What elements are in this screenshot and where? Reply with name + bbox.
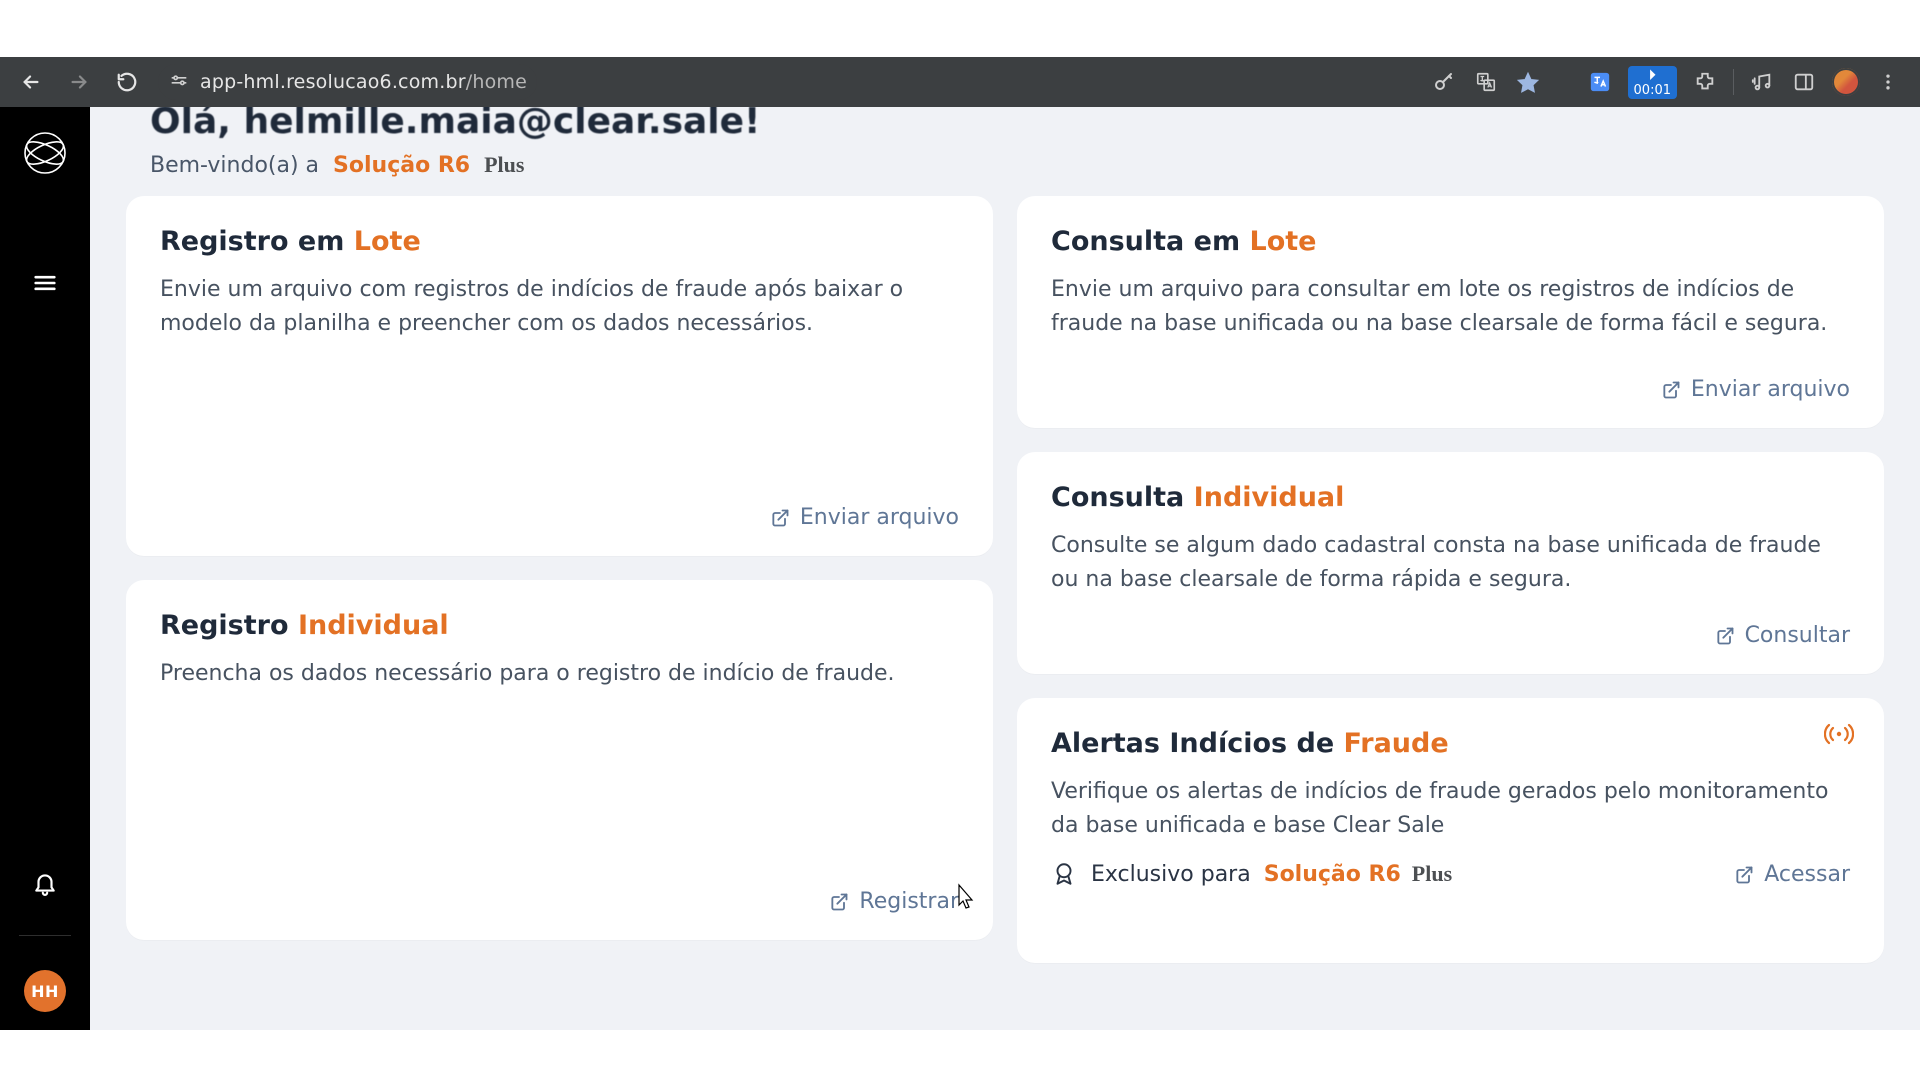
action-label: Enviar arquivo xyxy=(800,505,959,530)
card-consulta-individual: Consulta Individual Consulte se algum da… xyxy=(1017,452,1884,674)
profile-avatar[interactable] xyxy=(1832,68,1860,96)
welcome-text: Bem-vindo(a) a xyxy=(150,153,319,178)
reload-icon xyxy=(116,71,138,93)
page-header: Olá, helmille.maia@clear.sale! Bem-vindo… xyxy=(126,107,1884,178)
card-title-a: Consulta em xyxy=(1051,226,1250,257)
external-link-icon xyxy=(1715,626,1735,646)
translate-icon[interactable] xyxy=(1472,68,1500,96)
acessar-button[interactable]: Acessar xyxy=(1734,862,1850,887)
bookmark-star-icon[interactable] xyxy=(1514,68,1542,96)
translate-ext-icon[interactable] xyxy=(1586,68,1614,96)
action-label: Enviar arquivo xyxy=(1691,377,1850,402)
card-title-a: Registro xyxy=(160,610,298,641)
kebab-menu-icon[interactable] xyxy=(1874,68,1902,96)
letterbox-top xyxy=(0,0,1920,57)
main-content: Olá, helmille.maia@clear.sale! Bem-vindo… xyxy=(90,107,1920,1030)
card-title: Consulta em Lote xyxy=(1051,226,1850,257)
action-label: Consultar xyxy=(1745,623,1850,648)
card-body: Verifique os alertas de indícios de frau… xyxy=(1051,775,1850,843)
extensions-icon[interactable] xyxy=(1691,68,1719,96)
card-title-b: Fraude xyxy=(1344,728,1449,759)
ribbon-icon xyxy=(1051,861,1077,887)
broadcast-icon xyxy=(1824,722,1854,750)
card-title: Registro Individual xyxy=(160,610,959,641)
back-button[interactable] xyxy=(10,61,52,103)
url-path: /home xyxy=(466,71,527,93)
card-title: Alertas Indícios de Fraude xyxy=(1051,728,1850,759)
sidebar-separator xyxy=(19,935,71,936)
letterbox-bottom xyxy=(0,1030,1920,1080)
external-link-icon xyxy=(1734,865,1754,885)
card-registro-individual: Registro Individual Preencha os dados ne… xyxy=(126,580,993,940)
password-key-icon[interactable] xyxy=(1430,68,1458,96)
bell-icon[interactable] xyxy=(27,865,63,901)
card-body: Envie um arquivo com registros de indíci… xyxy=(160,273,959,341)
exclusive-pre: Exclusivo para xyxy=(1091,862,1251,887)
page-title: Olá, helmille.maia@clear.sale! xyxy=(150,107,1860,142)
exclusive-brand: Solução R6 xyxy=(1264,862,1401,887)
omnibox[interactable]: app-hml.resolucao6.com.br/home xyxy=(158,64,537,100)
card-registro-lote: Registro em Lote Envie um arquivo com re… xyxy=(126,196,993,556)
card-title: Consulta Individual xyxy=(1051,482,1850,513)
card-title-a: Consulta xyxy=(1051,482,1194,513)
url-text: app-hml.resolucao6.com.br/home xyxy=(200,71,527,93)
app-logo[interactable] xyxy=(19,127,71,179)
external-link-icon xyxy=(1661,380,1681,400)
exclusive-plus: Plus xyxy=(1412,861,1452,886)
card-body: Envie um arquivo para consultar em lote … xyxy=(1051,273,1850,341)
consultar-button[interactable]: Consultar xyxy=(1715,623,1850,648)
separator xyxy=(1733,69,1734,95)
card-title-b: Lote xyxy=(354,226,421,257)
sidepanel-icon[interactable] xyxy=(1790,68,1818,96)
forward-button[interactable] xyxy=(58,61,100,103)
registrar-button[interactable]: Registrar xyxy=(829,889,959,914)
arrow-right-icon xyxy=(68,71,90,93)
media-control-icon[interactable] xyxy=(1748,68,1776,96)
card-title-b: Individual xyxy=(1194,482,1345,513)
user-initials-badge[interactable]: HH xyxy=(24,970,66,1012)
enviar-arquivo-button[interactable]: Enviar arquivo xyxy=(770,505,959,530)
card-title-a: Registro em xyxy=(160,226,354,257)
card-body: Consulte se algum dado cadastral consta … xyxy=(1051,529,1850,597)
brand-text: Solução R6 xyxy=(333,153,470,178)
card-title-a: Alertas Indícios de xyxy=(1051,728,1344,759)
toolbar-right: ⏵00:01 xyxy=(1430,66,1910,99)
card-body: Preencha os dados necessário para o regi… xyxy=(160,657,959,691)
timer-value: 00:01 xyxy=(1634,84,1671,97)
reload-button[interactable] xyxy=(106,61,148,103)
recording-timer[interactable]: ⏵00:01 xyxy=(1628,66,1677,99)
card-title: Registro em Lote xyxy=(160,226,959,257)
page-subtitle: Bem-vindo(a) a Solução R6 Plus xyxy=(150,152,1860,178)
url-host: app-hml.resolucao6.com.br xyxy=(200,71,466,93)
card-title-b: Lote xyxy=(1250,226,1317,257)
external-link-icon xyxy=(770,508,790,528)
action-label: Acessar xyxy=(1764,862,1850,887)
hamburger-menu-icon[interactable] xyxy=(27,265,63,301)
exclusive-note: Exclusivo para Solução R6 Plus xyxy=(1051,861,1452,887)
external-link-icon xyxy=(829,892,849,912)
enviar-arquivo-button[interactable]: Enviar arquivo xyxy=(1661,377,1850,402)
browser-toolbar: app-hml.resolucao6.com.br/home ⏵00:01 xyxy=(0,57,1920,107)
browser-window: app-hml.resolucao6.com.br/home ⏵00:01 xyxy=(0,57,1920,1030)
site-settings-icon[interactable] xyxy=(168,71,190,93)
arrow-left-icon xyxy=(20,71,42,93)
plus-text: Plus xyxy=(484,152,524,177)
card-alertas-fraude: Alertas Indícios de Fraude Verifique os … xyxy=(1017,698,1884,963)
card-consulta-lote: Consulta em Lote Envie um arquivo para c… xyxy=(1017,196,1884,428)
card-title-b: Individual xyxy=(298,610,449,641)
action-label: Registrar xyxy=(859,889,959,914)
app-sidebar: HH xyxy=(0,107,90,1030)
